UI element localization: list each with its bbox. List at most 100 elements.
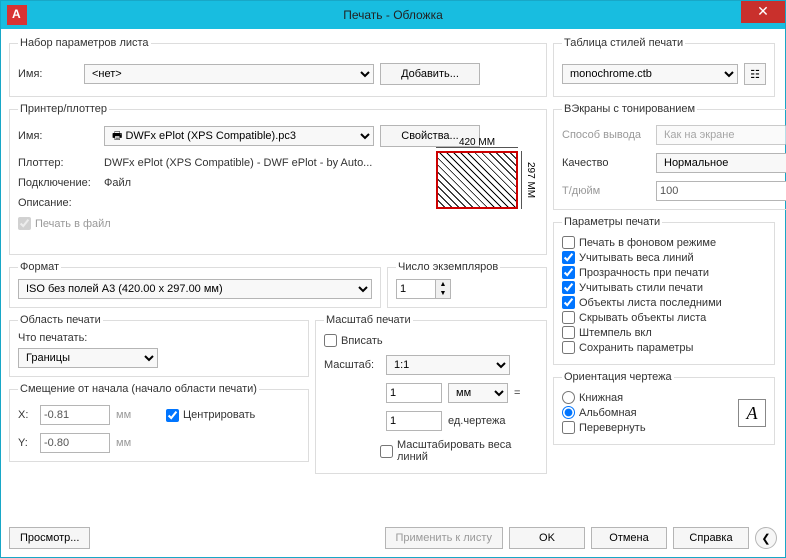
copies-legend: Число экземпляров (396, 261, 500, 273)
orientation-reverse-check[interactable] (562, 421, 575, 434)
option-check-2[interactable] (562, 266, 575, 279)
offset-y-label: Y: (18, 437, 34, 449)
orientation-landscape-label: Альбомная (579, 407, 637, 419)
scale-select[interactable]: 1:1 (386, 355, 510, 375)
description-label: Описание: (18, 197, 98, 209)
window-title: Печать - Обложка (343, 8, 443, 22)
ok-button[interactable]: OK (509, 527, 585, 549)
option-label-1: Учитывать веса линий (579, 252, 694, 264)
shade-quality-select[interactable]: Нормальное (656, 153, 786, 173)
plot-dialog: Печать - Обложка ✕ Набор параметров лист… (0, 0, 786, 558)
pageset-group: Набор параметров листа Имя: <нет> Добави… (9, 37, 547, 97)
scale-drawing-unit: ед.чертежа (448, 415, 505, 427)
styles-select[interactable]: monochrome.ctb (562, 64, 738, 84)
styles-group: Таблица стилей печати monochrome.ctb ☷ (553, 37, 775, 97)
plotter-label: Плоттер: (18, 157, 98, 169)
option-label-4: Объекты листа последними (579, 297, 722, 309)
shade-dpi-label: Т/дюйм (562, 185, 650, 197)
printer-name-label: Имя: (18, 130, 98, 142)
styles-edit-button[interactable]: ☷ (744, 63, 766, 85)
table-edit-icon: ☷ (750, 68, 760, 81)
orientation-landscape-radio[interactable] (562, 406, 575, 419)
orientation-group: Ориентация чертежа Книжная Альбомная Пер… (553, 371, 775, 445)
printer-name-select[interactable]: 🖶 DWFx ePlot (XPS Compatible).pc3 (104, 126, 374, 146)
format-legend: Формат (18, 261, 61, 273)
format-select[interactable]: ISO без полей A3 (420.00 x 297.00 мм) (18, 279, 372, 299)
preview-button[interactable]: Просмотр... (9, 527, 90, 549)
option-check-6[interactable] (562, 326, 575, 339)
option-label-3: Учитывать стили печати (579, 282, 703, 294)
copies-group: Число экземпляров ▲▼ (387, 261, 547, 308)
offset-y-unit: мм (116, 437, 140, 449)
orientation-icon: A (738, 399, 766, 427)
options-legend: Параметры печати (562, 216, 662, 228)
scale-unit-input[interactable] (386, 383, 442, 403)
orientation-legend: Ориентация чертежа (562, 371, 674, 383)
styles-legend: Таблица стилей печати (562, 37, 685, 49)
option-row: Сохранить параметры (562, 341, 766, 354)
option-check-4[interactable] (562, 296, 575, 309)
offset-x-input (40, 405, 110, 425)
option-row: Печать в фоновом режиме (562, 236, 766, 249)
option-row: Штемпель вкл (562, 326, 766, 339)
scale-fit-label: Вписать (341, 335, 383, 347)
format-group: Формат ISO без полей A3 (420.00 x 297.00… (9, 261, 381, 308)
scale-legend: Масштаб печати (324, 314, 413, 326)
option-row: Объекты листа последними (562, 296, 766, 309)
option-label-0: Печать в фоновом режиме (579, 237, 716, 249)
pageset-add-button[interactable]: Добавить... (380, 63, 480, 85)
option-check-0[interactable] (562, 236, 575, 249)
plotter-value: DWFx ePlot (XPS Compatible) - DWF ePlot … (104, 157, 372, 169)
pageset-legend: Набор параметров листа (18, 37, 151, 49)
area-what-select[interactable]: Границы (18, 348, 158, 368)
paper-preview: 420 MM 297 MM (416, 137, 536, 221)
scale-unit-select[interactable]: мм (448, 383, 508, 403)
spin-down-icon[interactable]: ▼ (436, 289, 450, 298)
option-label-5: Скрывать объекты листа (579, 312, 706, 324)
scale-equals: = (514, 387, 520, 399)
option-check-7[interactable] (562, 341, 575, 354)
preview-height: 297 MM (525, 151, 536, 209)
pageset-name-select[interactable]: <нет> (84, 64, 374, 84)
collapse-button[interactable]: ❮ (755, 527, 777, 549)
shade-legend: ВЭкраны с тонированием (562, 103, 697, 115)
plot-to-file-check (18, 217, 31, 230)
option-row: Учитывать стили печати (562, 281, 766, 294)
area-what-label: Что печатать: (18, 332, 300, 344)
offset-x-unit: мм (116, 409, 140, 421)
copies-input[interactable] (396, 279, 436, 299)
help-button[interactable]: Справка (673, 527, 749, 549)
orientation-portrait-radio[interactable] (562, 391, 575, 404)
option-check-3[interactable] (562, 281, 575, 294)
shade-quality-label: Качество (562, 157, 650, 169)
chevron-left-icon: ❮ (761, 532, 770, 545)
spin-up-icon[interactable]: ▲ (436, 280, 450, 289)
offset-center-label: Центрировать (183, 409, 255, 421)
printer-legend: Принтер/плоттер (18, 103, 109, 115)
cancel-button[interactable]: Отмена (591, 527, 667, 549)
scale-weights-label: Масштабировать веса линий (397, 439, 538, 463)
orientation-portrait-label: Книжная (579, 392, 623, 404)
pageset-name-label: Имя: (18, 68, 78, 80)
scale-group: Масштаб печати Вписать Масштаб: 1:1 (315, 314, 547, 474)
offset-legend: Смещение от начала (начало области печат… (18, 383, 259, 395)
option-label-2: Прозрачность при печати (579, 267, 709, 279)
printer-group: Принтер/плоттер Имя: 🖶 DWFx ePlot (XPS C… (9, 103, 547, 255)
scale-fit-check[interactable] (324, 334, 337, 347)
shade-group: ВЭкраны с тонированием Способ вывода Как… (553, 103, 786, 210)
shade-dpi-input (656, 181, 786, 201)
scale-label: Масштаб: (324, 359, 380, 371)
option-check-1[interactable] (562, 251, 575, 264)
copies-spinner[interactable]: ▲▼ (396, 279, 451, 299)
app-icon (7, 5, 27, 25)
scale-weights-check[interactable] (380, 445, 393, 458)
option-label-6: Штемпель вкл (579, 327, 652, 339)
close-button[interactable]: ✕ (741, 1, 785, 23)
option-label-7: Сохранить параметры (579, 342, 693, 354)
titlebar: Печать - Обложка ✕ (1, 1, 785, 29)
option-check-5[interactable] (562, 311, 575, 324)
scale-drawing-input[interactable] (386, 411, 442, 431)
option-row: Прозрачность при печати (562, 266, 766, 279)
offset-center-check[interactable] (166, 409, 179, 422)
option-row: Учитывать веса линий (562, 251, 766, 264)
